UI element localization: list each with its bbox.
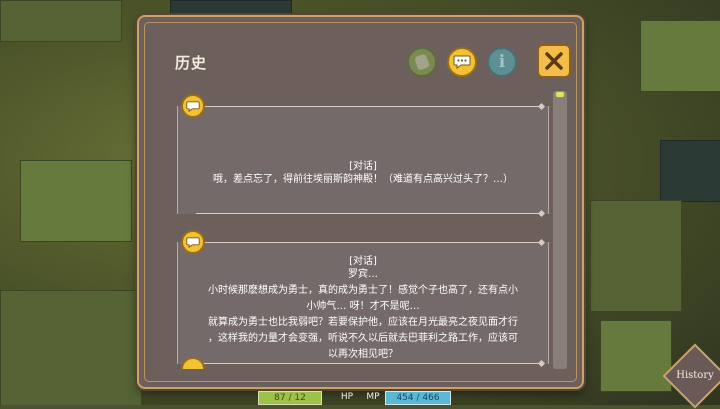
- terrain-block: [660, 140, 720, 202]
- dialogue-line: 以再次相见吧？: [328, 349, 398, 360]
- terrain-block: [0, 0, 122, 42]
- hand-icon: [413, 53, 431, 71]
- info-icon: i: [498, 52, 506, 72]
- dialogue-button[interactable]: [447, 47, 477, 77]
- speech-bubble-icon: [181, 230, 205, 254]
- history-button-label[interactable]: History: [668, 370, 720, 381]
- divider: [196, 242, 540, 243]
- close-icon: [545, 52, 563, 70]
- history-entry: [对话] 哦，差点忘了，得前往埃丽斯韵神殿！（难道有点高兴过头了？…）: [177, 102, 549, 218]
- dialogue-line: 小时候那麽想成为勇士，真的成为勇士了！感觉个子也高了，还有点小: [208, 285, 518, 296]
- mp-label: MP: [366, 392, 380, 402]
- mp-bar: 454 / 466: [385, 391, 451, 405]
- window-title: 历史: [175, 54, 208, 72]
- dialogue-line: 哦，差点忘了，得前往埃丽斯韵神殿！（难道有点高兴过头了？…）: [213, 174, 513, 185]
- dialogue-line: ，这样我的力量才会变强，听说不久以后就去巴菲利之路工作，应该可: [208, 333, 518, 344]
- divider: [196, 213, 540, 214]
- info-button[interactable]: i: [487, 47, 517, 77]
- history-window: 历史 i [对话] 哦，差点忘了，得前往埃丽斯韵神殿！（难道有点高兴过头了？…）: [137, 15, 584, 389]
- close-button[interactable]: [537, 44, 571, 78]
- terrain-block: [20, 160, 132, 242]
- history-entry: [对话] 罗宾… 小时候那麽想成为勇士，真的成为勇士了！感觉个子也高了，还有点小…: [177, 238, 549, 368]
- terrain-block: [0, 290, 142, 405]
- dialogue-line: 小帅气… 呀！才不是呢…: [306, 301, 420, 312]
- dialogue-line: 就算成为勇士也比我弱吧？若要保护他，应该在月光最亮之夜见面才行: [208, 317, 518, 328]
- terrain-block: [640, 20, 720, 92]
- speaker-label: [对话]: [349, 161, 377, 172]
- speaker-label: [对话]: [349, 256, 377, 267]
- scrollbar-thumb[interactable]: [555, 91, 565, 98]
- speech-bubble-icon: [181, 94, 205, 118]
- voice-button[interactable]: [407, 47, 437, 77]
- terrain-block: [170, 0, 292, 16]
- hp-label: HP: [340, 392, 354, 402]
- hp-bar: 87 / 12: [258, 391, 322, 405]
- divider-ornament: [537, 209, 546, 218]
- terrain-block: [600, 320, 672, 392]
- dialogue-line: 罗宾…: [348, 269, 378, 280]
- speech-bubble-icon: [453, 55, 471, 69]
- history-list[interactable]: [对话] 哦，差点忘了，得前往埃丽斯韵神殿！（难道有点高兴过头了？…） [对话]…: [177, 94, 549, 369]
- divider-ornament: [537, 102, 546, 111]
- divider: [196, 106, 540, 107]
- divider-ornament: [537, 238, 546, 247]
- terrain-block: [590, 200, 682, 312]
- divider: [196, 363, 540, 364]
- scrollbar[interactable]: [553, 91, 567, 369]
